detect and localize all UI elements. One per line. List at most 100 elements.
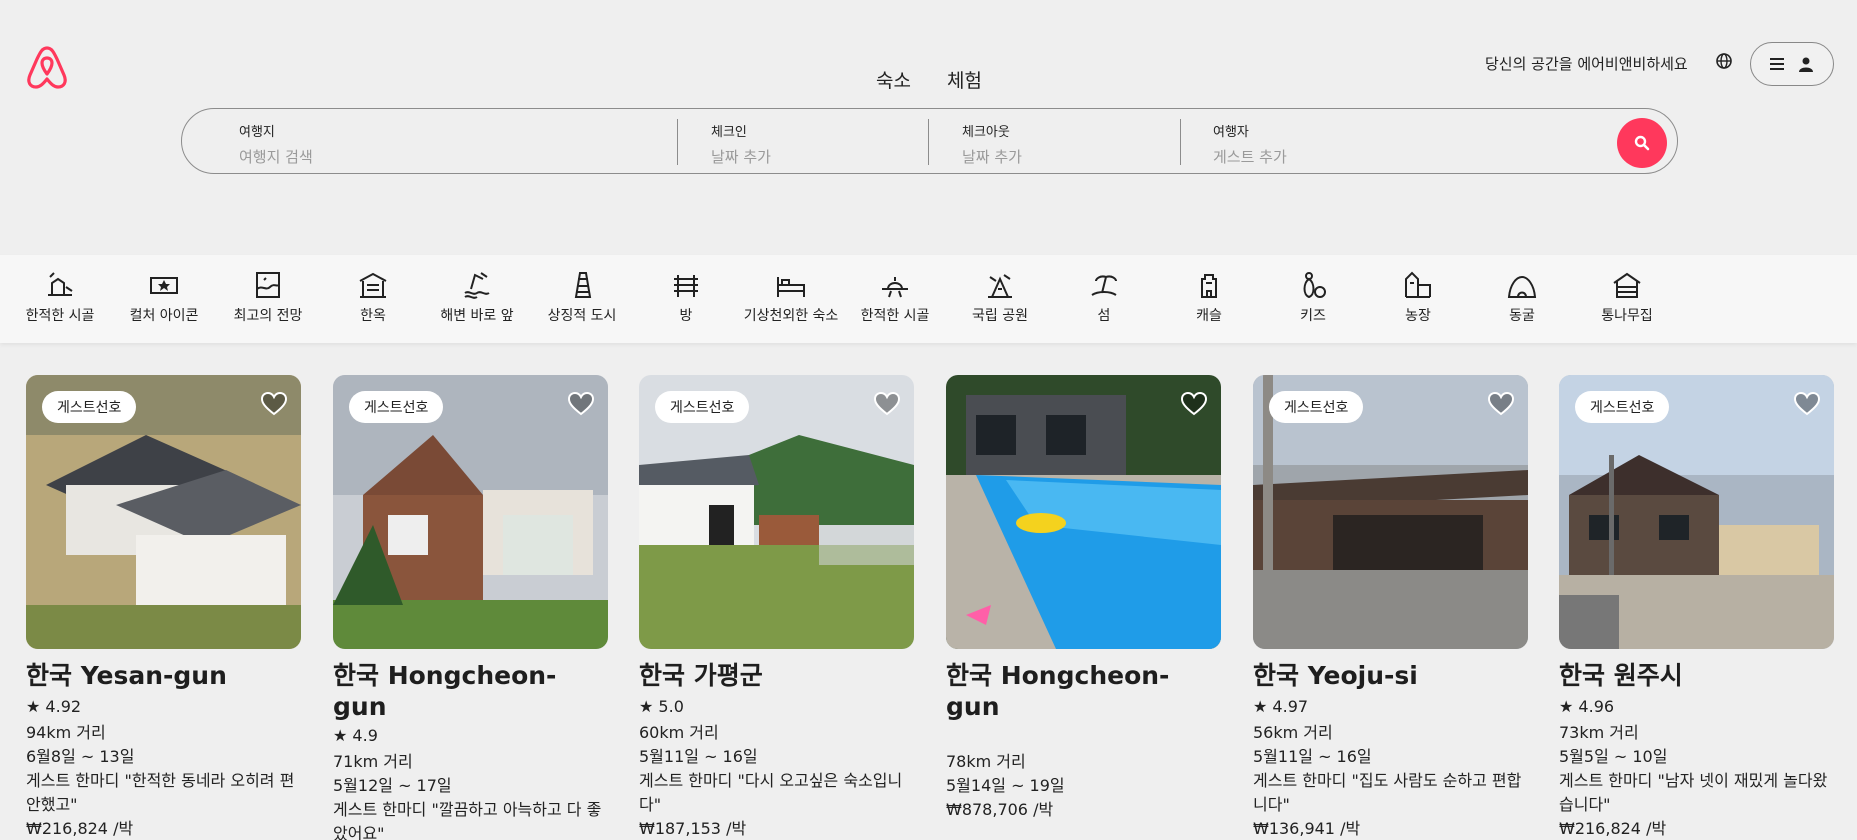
checkin-input[interactable]: 날짜 추가 (711, 146, 911, 167)
category-label: 상징적 도시 (547, 308, 617, 324)
listing-price: ₩216,824 /박 (26, 819, 134, 838)
listing-title[interactable]: 한국 가평군 (639, 656, 914, 692)
destination-input[interactable]: 여행지 검색 (239, 146, 659, 167)
listing-dates: 6월8일 ~ 13일 (26, 747, 135, 766)
guest-favorite-badge: 게스트선호 (1269, 391, 1364, 423)
listing-price: ₩136,941 /박 (1253, 819, 1361, 838)
category-item[interactable]: 상징적 도시 (530, 269, 634, 325)
category-item[interactable]: 한적한 시골 (843, 269, 947, 325)
hanok-icon (359, 272, 387, 298)
checkin-label: 체크인 (711, 125, 747, 140)
category-item[interactable]: 기상천외한 숙소 (739, 269, 843, 325)
heart-icon[interactable] (1794, 391, 1820, 417)
globe-icon[interactable] (1715, 52, 1733, 70)
listing-rating: ★ 4.97 (1253, 697, 1309, 716)
guests-input[interactable]: 게스트 추가 (1213, 146, 1513, 167)
listing-photo[interactable]: 게스트선호 (26, 375, 301, 649)
heart-icon[interactable] (261, 391, 287, 417)
farm-icon (1405, 271, 1431, 298)
tower-icon (574, 272, 592, 298)
heart-icon[interactable] (1488, 391, 1514, 417)
category-item[interactable]: 최고의 전망 (216, 269, 320, 325)
checkin-field[interactable]: 체크인 날짜 추가 (711, 121, 911, 167)
category-item[interactable]: 한적한 시골 (8, 269, 112, 325)
divider (1180, 119, 1181, 165)
listing-title[interactable]: 한국 Hongcheon-gun (946, 656, 1221, 721)
category-item[interactable]: 통나무집 (1575, 269, 1679, 325)
user-menu-button[interactable] (1750, 42, 1834, 86)
category-item[interactable]: 방 (634, 269, 738, 325)
checkout-input[interactable]: 날짜 추가 (962, 146, 1162, 167)
listing-price: ₩216,824 /박 (1559, 819, 1667, 838)
tab-experiences[interactable]: 체험 (947, 66, 982, 93)
beachfront-icon (464, 272, 490, 299)
category-item[interactable]: 한옥 (321, 269, 425, 325)
listing-card[interactable]: 게스트선호 한국 Yeoju-si ★ 4.97 56km 거리 5월11일 ~ 16일… (1253, 375, 1528, 840)
cave-icon (1507, 275, 1537, 298)
listing-title[interactable]: 한국 Hongcheon-gun (333, 656, 608, 721)
category-item[interactable]: 컬처 아이콘 (112, 269, 216, 325)
listing-card[interactable]: 게스트선호 한국 Hongcheon-gun ★ 4.9 71km 거리 5월12일 ~… (333, 375, 608, 840)
divider (677, 119, 678, 165)
category-label: 방 (679, 308, 693, 324)
listing-photo[interactable]: 게스트선호 (1559, 375, 1834, 649)
park-icon (988, 274, 1012, 298)
top-tabs: 숙소 체험 (876, 66, 982, 93)
guest-favorite-badge: 게스트선호 (655, 391, 750, 423)
listing-card[interactable]: 게스트선호 한국 원주시 ★ 4.96 73km 거리 5월5일 ~ 10일 게스트 한마… (1559, 375, 1834, 840)
listing-title[interactable]: 한국 Yeoju-si (1253, 656, 1528, 692)
listing-card[interactable]: 게스트선호 한국 Yesan-gun ★ 4.92 94km 거리 6월8일 ~ 13일… (26, 375, 301, 840)
destination-label: 여행지 (239, 125, 275, 140)
category-item[interactable]: 캐슬 (1157, 269, 1261, 325)
listing-photo[interactable]: 게스트선호 (639, 375, 914, 649)
listing-card[interactable]: 한국 Hongcheon-gun 78km 거리 5월14일 ~ 19일 ₩878,7… (946, 375, 1221, 822)
heart-icon[interactable] (568, 391, 594, 417)
category-item[interactable]: 해변 바로 앞 (425, 269, 529, 325)
category-label: 키즈 (1300, 308, 1326, 324)
listing-distance: 71km 거리 (333, 752, 413, 771)
listing-photo[interactable] (946, 375, 1221, 649)
bed-icon (777, 277, 805, 297)
destination-field[interactable]: 여행지 여행지 검색 (239, 121, 659, 167)
category-label: 동굴 (1509, 308, 1535, 324)
category-item[interactable]: 키즈 (1261, 269, 1365, 325)
listing-review: 게스트 한마디 "집도 사람도 순하고 편합니다" (1253, 771, 1522, 814)
listing-image (946, 375, 1221, 649)
checkout-label: 체크아웃 (962, 125, 1010, 140)
heart-icon[interactable] (874, 391, 900, 417)
listing-rating (946, 726, 1221, 746)
hamburger-icon (1770, 58, 1784, 70)
guests-label: 여행자 (1213, 125, 1249, 140)
listing-photo[interactable]: 게스트선호 (1253, 375, 1528, 649)
listing-review: 게스트 한마디 "다시 오고싶은 숙소입니다" (639, 771, 903, 814)
search-button[interactable] (1617, 118, 1667, 168)
category-label: 기상천외한 숙소 (743, 308, 839, 324)
category-label: 캐슬 (1196, 308, 1222, 324)
listing-title[interactable]: 한국 Yesan-gun (26, 656, 301, 692)
guests-field[interactable]: 여행자 게스트 추가 (1213, 121, 1513, 167)
listing-rating: ★ 4.96 (1559, 697, 1615, 716)
listing-photo[interactable]: 게스트선호 (333, 375, 608, 649)
host-link[interactable]: 당신의 공간을 에어비앤비하세요 (1485, 53, 1688, 74)
listing-price: ₩878,706 /박 (946, 800, 1054, 819)
category-label: 한적한 시골 (25, 308, 95, 324)
category-label: 농장 (1405, 308, 1431, 324)
kids-icon (1303, 272, 1326, 299)
category-label: 섬 (1097, 308, 1111, 324)
tab-stays[interactable]: 숙소 (876, 66, 911, 93)
heart-icon[interactable] (1181, 391, 1207, 417)
listing-title[interactable]: 한국 원주시 (1559, 656, 1834, 692)
listing-price: ₩187,153 /박 (639, 819, 747, 838)
listing-card[interactable]: 게스트선호 한국 가평군 ★ 5.0 60km 거리 5월11일 ~ 16일 게스트 한마… (639, 375, 914, 840)
checkout-field[interactable]: 체크아웃 날짜 추가 (962, 121, 1162, 167)
airbnb-logo[interactable] (26, 44, 68, 90)
category-item[interactable]: 섬 (1052, 269, 1156, 325)
listing-distance: 78km 거리 (946, 752, 1026, 771)
category-label: 국립 공원 (972, 308, 1028, 324)
category-item[interactable]: 국립 공원 (948, 269, 1052, 325)
listing-review: 게스트 한마디 "깔끔하고 아늑하고 다 좋았어요" (333, 800, 602, 840)
category-item[interactable]: 농장 (1366, 269, 1470, 325)
view-icon (256, 272, 280, 298)
island-icon (1091, 275, 1117, 296)
category-item[interactable]: 동굴 (1470, 269, 1574, 325)
